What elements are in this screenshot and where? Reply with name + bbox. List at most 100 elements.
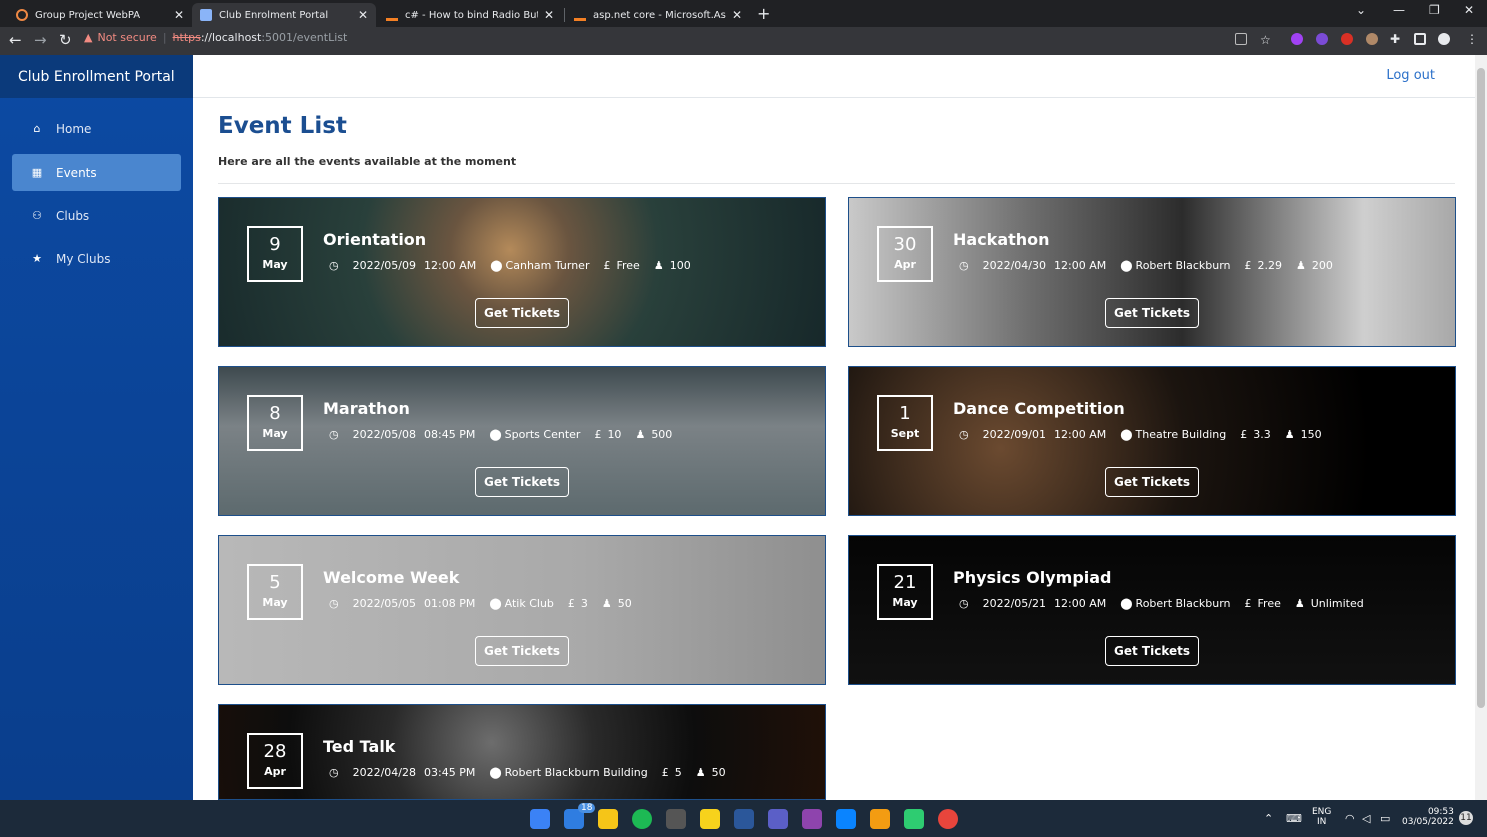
scrollbar-thumb[interactable] xyxy=(1477,68,1485,708)
sidebar-item-home[interactable]: ⌂ Home xyxy=(12,110,181,147)
close-icon[interactable]: ✕ xyxy=(732,8,742,22)
sublime-icon[interactable] xyxy=(870,809,890,829)
more-menu-icon[interactable]: ⋮ xyxy=(1466,32,1478,46)
extension-brown-icon[interactable] xyxy=(1366,33,1378,45)
event-meta: ◷ 2022/04/28 03:45 PM ⬤ Robert Blackburn… xyxy=(329,766,740,779)
close-icon[interactable]: ✕ xyxy=(174,8,184,22)
sidebar-item-events[interactable]: ▦ Events xyxy=(12,154,181,191)
event-day: 5 xyxy=(269,572,281,593)
restore-icon[interactable]: ❐ xyxy=(1429,3,1440,17)
side-panel-icon[interactable] xyxy=(1414,33,1426,45)
chrome-icon[interactable] xyxy=(938,809,958,829)
clock[interactable]: 09:53 03/05/2022 xyxy=(1402,807,1454,827)
event-date: 2022/04/28 xyxy=(352,766,417,779)
extension-purple-icon[interactable] xyxy=(1291,33,1303,45)
event-time: 12:00 AM xyxy=(424,259,477,272)
get-tickets-button[interactable]: Get Tickets xyxy=(1105,467,1199,497)
users-icon: ⚇ xyxy=(32,209,42,222)
event-date-box: 9 May xyxy=(247,226,303,282)
file-explorer-icon[interactable] xyxy=(598,809,618,829)
event-date: 2022/04/30 xyxy=(982,259,1047,272)
keyboard-icon[interactable]: ⌨ xyxy=(1286,812,1302,825)
event-price: 10 xyxy=(607,428,622,441)
event-day: 1 xyxy=(899,403,911,424)
event-meta: ◷ 2022/05/09 12:00 AM ⬤ Canham Turner £ … xyxy=(329,259,705,272)
event-title: Physics Olympiad xyxy=(953,568,1112,587)
event-card-ted-talk: 28 Apr Ted Talk ◷ 2022/04/28 03:45 PM ⬤ … xyxy=(218,704,826,800)
extension-red-icon[interactable] xyxy=(1341,33,1353,45)
visual-studio-icon[interactable] xyxy=(802,809,822,829)
get-tickets-button[interactable]: Get Tickets xyxy=(1105,298,1199,328)
logout-link[interactable]: Log out xyxy=(1386,68,1435,83)
event-day: 8 xyxy=(269,403,281,424)
event-price: 3.3 xyxy=(1253,428,1271,441)
tab-stackoverflow-aspnet[interactable]: asp.net core - Microsoft.AspNetC ✕ xyxy=(566,3,750,27)
close-icon[interactable]: ✕ xyxy=(544,8,554,22)
wifi-icon[interactable]: ◠ xyxy=(1345,812,1355,825)
close-icon[interactable]: ✕ xyxy=(358,8,368,22)
event-date-box: 5 May xyxy=(247,564,303,620)
extensions-puzzle-icon[interactable]: ✚ xyxy=(1390,32,1400,46)
tab-search-icon[interactable]: ⌄ xyxy=(1356,3,1366,17)
tab-club-enrolment[interactable]: Club Enrolment Portal ✕ xyxy=(192,3,376,27)
location-icon: ⬤ xyxy=(489,428,502,441)
windows-start-icon[interactable] xyxy=(530,809,550,829)
minimize-icon[interactable]: — xyxy=(1393,3,1405,17)
bookmark-star-icon[interactable]: ☆ xyxy=(1260,33,1271,47)
get-tickets-button[interactable]: Get Tickets xyxy=(475,298,569,328)
brand-title[interactable]: Club Enrollment Portal xyxy=(0,55,193,98)
event-capacity: 50 xyxy=(617,597,632,610)
event-price: 2.29 xyxy=(1257,259,1283,272)
event-title: Welcome Week xyxy=(323,568,460,587)
get-tickets-button[interactable]: Get Tickets xyxy=(1105,636,1199,666)
get-tickets-button[interactable]: Get Tickets xyxy=(475,636,569,666)
gitkraken-icon[interactable] xyxy=(904,809,924,829)
event-month: May xyxy=(892,596,918,609)
new-tab-button[interactable]: + xyxy=(757,4,770,23)
sidebar-item-clubs[interactable]: ⚇ Clubs xyxy=(12,197,181,234)
event-card-physics-olympiad: 21 May Physics Olympiad ◷ 2022/05/21 12:… xyxy=(848,535,1456,685)
share-icon[interactable] xyxy=(1235,33,1247,45)
tab-separator xyxy=(564,8,565,22)
star-icon: ★ xyxy=(32,252,42,265)
tab-group-project[interactable]: Group Project WebPA ✕ xyxy=(8,3,192,27)
vscode-icon[interactable] xyxy=(836,809,856,829)
mail-badge: 18 xyxy=(578,803,596,813)
volume-icon[interactable]: ◁ xyxy=(1362,812,1370,825)
back-arrow-icon[interactable]: ← xyxy=(9,31,22,49)
event-title: Dance Competition xyxy=(953,399,1125,418)
event-price: Free xyxy=(616,259,640,272)
divider xyxy=(218,183,1455,184)
sticky-notes-icon[interactable] xyxy=(700,809,720,829)
language-indicator[interactable]: ENG IN xyxy=(1312,807,1331,827)
event-meta: ◷ 2022/04/30 12:00 AM ⬤ Robert Blackburn… xyxy=(959,259,1347,272)
extension-badge-icon[interactable] xyxy=(1316,33,1328,45)
event-capacity: 200 xyxy=(1311,259,1333,272)
notification-badge[interactable]: 11 xyxy=(1459,811,1473,825)
tab-stackoverflow-radio[interactable]: c# - How to bind Radio Buttons t ✕ xyxy=(378,3,562,27)
battery-icon[interactable]: ▭ xyxy=(1380,812,1390,825)
location-icon: ⬤ xyxy=(1120,428,1133,441)
lang-label: ENG xyxy=(1312,807,1332,817)
user-icon: ♟ xyxy=(695,766,706,779)
terminal-icon[interactable] xyxy=(666,809,686,829)
user-icon: ♟ xyxy=(1294,597,1305,610)
sidebar-item-my-clubs[interactable]: ★ My Clubs xyxy=(12,240,181,277)
event-card-dance-competition: 1 Sept Dance Competition ◷ 2022/09/01 12… xyxy=(848,366,1456,516)
window-close-icon[interactable]: ✕ xyxy=(1464,3,1474,17)
event-capacity: 50 xyxy=(711,766,726,779)
word-icon[interactable] xyxy=(734,809,754,829)
spotify-icon[interactable] xyxy=(632,809,652,829)
reload-icon[interactable]: ↻ xyxy=(59,31,72,49)
forward-arrow-icon[interactable]: → xyxy=(34,31,47,49)
tray-chevron-icon[interactable]: ⌃ xyxy=(1264,812,1273,825)
event-time: 12:00 AM xyxy=(1054,259,1107,272)
profile-avatar-icon[interactable] xyxy=(1438,33,1450,45)
event-capacity: 500 xyxy=(651,428,673,441)
event-price: Free xyxy=(1257,597,1281,610)
teams-icon[interactable] xyxy=(768,809,788,829)
event-date: 2022/09/01 xyxy=(982,428,1047,441)
event-meta: ◷ 2022/05/08 08:45 PM ⬤ Sports Center £ … xyxy=(329,428,686,441)
get-tickets-button[interactable]: Get Tickets xyxy=(475,467,569,497)
address-bar[interactable]: ▲ Not secure | https ://localhost :5001/… xyxy=(84,31,347,44)
